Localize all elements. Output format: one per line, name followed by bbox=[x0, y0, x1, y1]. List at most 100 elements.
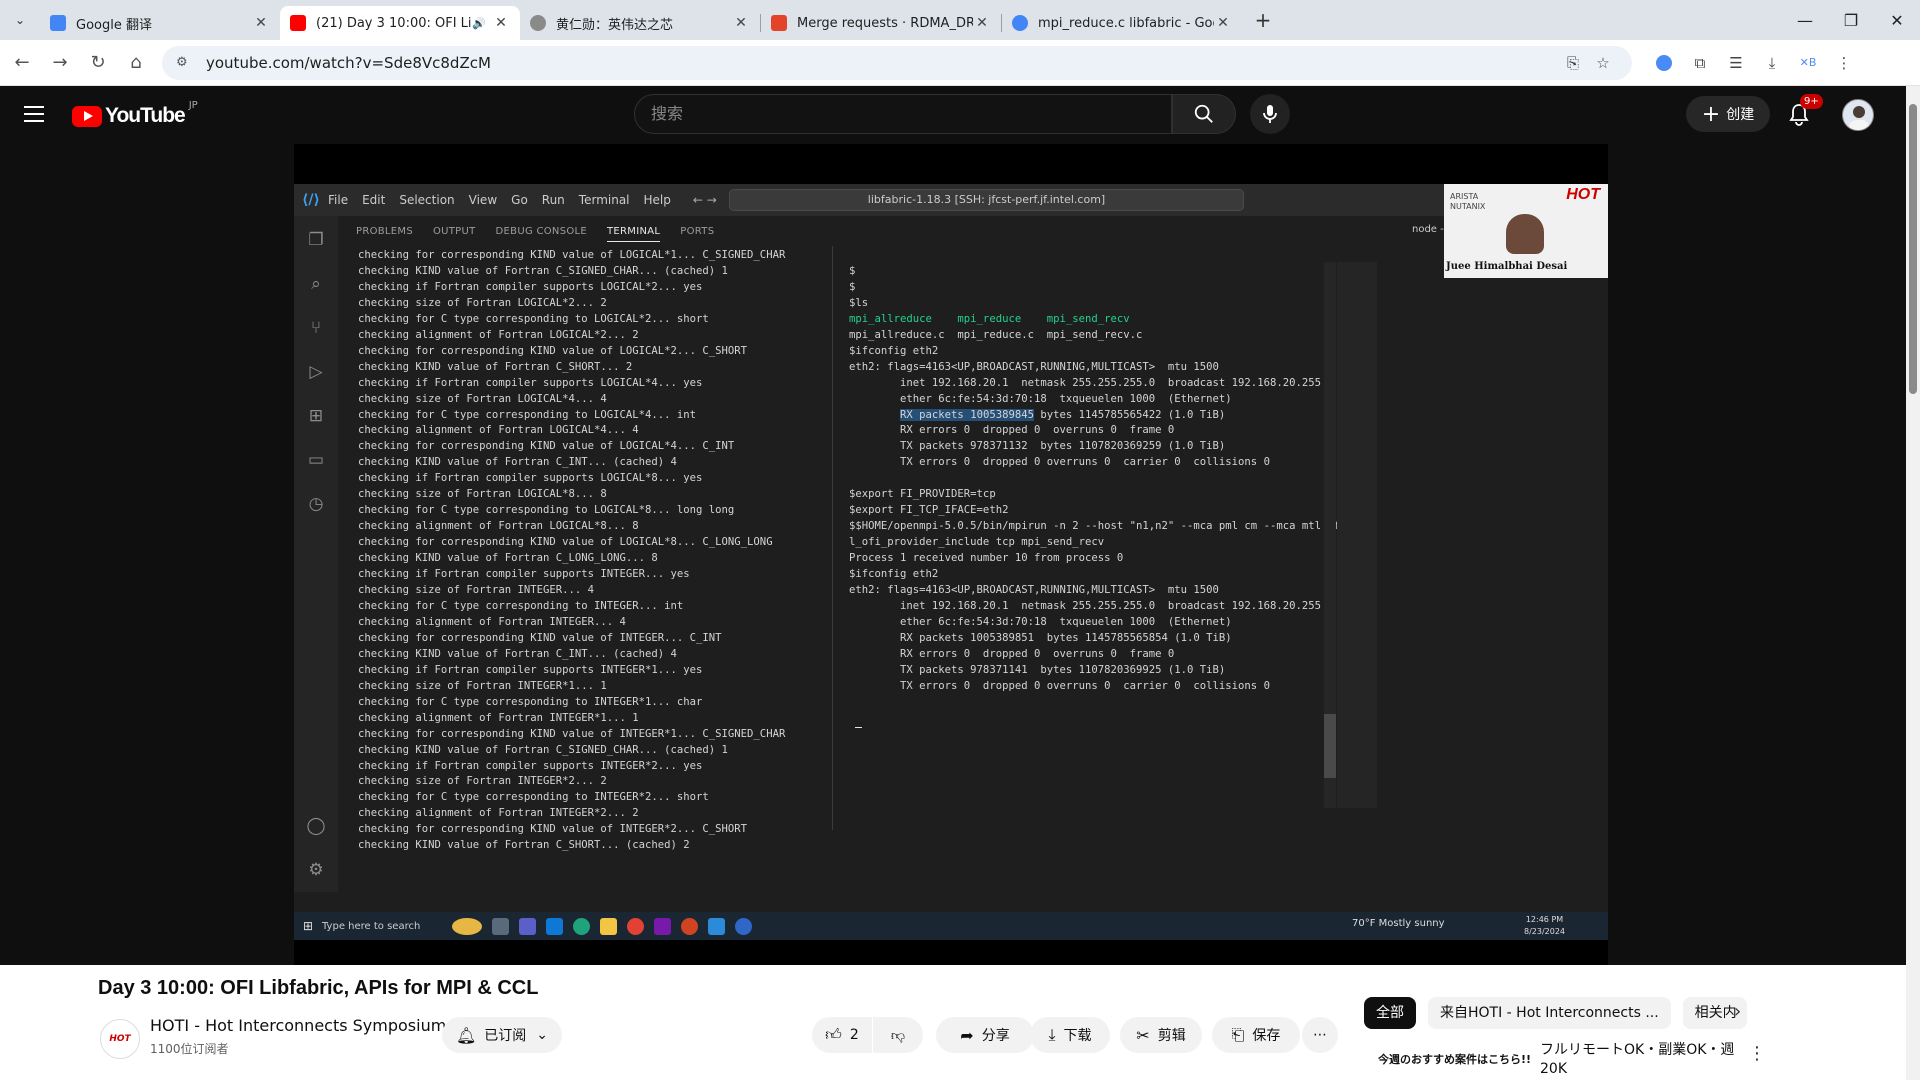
google-favicon-icon bbox=[1012, 15, 1028, 31]
more-actions-button[interactable]: ⋯ bbox=[1302, 1017, 1338, 1053]
windows-taskbar: ⊞ Type here to search 70°F Mostly sunny … bbox=[294, 912, 1608, 940]
tab-debug-console: DEBUG CONSOLE bbox=[495, 225, 588, 237]
extension-translate-icon[interactable] bbox=[1646, 47, 1682, 79]
download-button[interactable]: ⤓ 下载 bbox=[1030, 1017, 1110, 1053]
chevron-down-icon: ⌄ bbox=[536, 1027, 549, 1043]
taskbar-teams-icon bbox=[519, 917, 536, 935]
restore-icon[interactable]: ❐ bbox=[1828, 0, 1874, 40]
more-vertical-icon[interactable]: ⋮ bbox=[1748, 1043, 1766, 1064]
minimize-icon[interactable]: — bbox=[1782, 0, 1828, 40]
tab-ports: PORTS bbox=[680, 225, 715, 237]
terminal-line: checking size of Fortran LOGICAL*4... 4 bbox=[358, 392, 607, 405]
reload-icon[interactable]: ↻ bbox=[82, 47, 114, 79]
save-button[interactable]: ⎗ 保存 bbox=[1212, 1017, 1300, 1053]
search-button[interactable] bbox=[1172, 94, 1236, 134]
url-text[interactable]: youtube.com/watch?v=Sde8Vc8dZcM bbox=[206, 54, 1558, 72]
browser-tab-google-search[interactable]: mpi_reduce.c libfabric - Goog ✕ bbox=[1002, 6, 1242, 40]
globe-favicon-icon bbox=[530, 15, 546, 31]
menu-file: File bbox=[328, 193, 349, 207]
terminal-line: $export FI_PROVIDER=tcp bbox=[849, 488, 996, 501]
terminal-line: checking if Fortran compiler supports IN… bbox=[358, 759, 703, 772]
clip-button[interactable]: ✂ 剪辑 bbox=[1120, 1017, 1202, 1053]
address-bar[interactable]: ⚙ youtube.com/watch?v=Sde8Vc8dZcM ⎘ ☆ bbox=[162, 45, 1632, 80]
timeline-icon: ◷ bbox=[308, 494, 324, 514]
extension-xb-icon[interactable]: ✕B bbox=[1790, 47, 1826, 79]
taskbar-clock: 12:46 PM 8/23/2024 bbox=[1524, 914, 1565, 938]
subscribed-button[interactable]: 🔔︎ 已订阅 ⌄ bbox=[442, 1017, 562, 1053]
guide-menu-icon[interactable] bbox=[24, 106, 44, 122]
terminal-split-divider bbox=[832, 246, 833, 830]
dislike-button[interactable]: 👎︎ bbox=[873, 1017, 923, 1053]
terminal-line: checking if Fortran compiler supports LO… bbox=[358, 280, 703, 293]
browser-tab-youtube[interactable]: (21) Day 3 10:00: OFI Libf 🔊 ✕ bbox=[280, 6, 520, 40]
share-button[interactable]: ➦ 分享 bbox=[936, 1017, 1034, 1053]
page-scroll-thumb[interactable] bbox=[1909, 104, 1917, 394]
chip-all[interactable]: 全部 bbox=[1364, 997, 1416, 1029]
voice-search-button[interactable] bbox=[1250, 94, 1290, 134]
channel-avatar[interactable]: HOT bbox=[100, 1019, 140, 1059]
tab-close-icon[interactable]: ✕ bbox=[492, 15, 510, 31]
page-scrollbar[interactable] bbox=[1906, 86, 1920, 1080]
terminal-line: checking for corresponding KIND value of… bbox=[358, 536, 773, 549]
terminal-line: checking alignment of Fortran INTEGER*1.… bbox=[358, 711, 639, 724]
tab-close-icon[interactable]: ✕ bbox=[732, 15, 750, 31]
terminal-line: checking if Fortran compiler supports LO… bbox=[358, 472, 703, 485]
browser-tab-article[interactable]: 黄仁勋：英伟达之芯 ✕ bbox=[520, 6, 760, 40]
extensions-puzzle-icon[interactable]: ⧉ bbox=[1682, 47, 1718, 79]
tab-close-icon[interactable]: ✕ bbox=[252, 15, 270, 31]
terminal-line: $ bbox=[849, 726, 1339, 728]
chip-from-channel[interactable]: 来自HOTI - Hot Interconnects ... bbox=[1428, 997, 1671, 1029]
terminal-line: mpi_allreduce mpi_reduce mpi_send_recv bbox=[849, 312, 1130, 325]
video-player[interactable]: ⟨/⟩ File Edit Selection View Go Run Term… bbox=[294, 144, 1608, 965]
reading-list-icon[interactable]: ☰ bbox=[1718, 47, 1754, 79]
youtube-logo[interactable]: YouTube JP bbox=[72, 100, 198, 128]
install-app-icon[interactable]: ⎘ bbox=[1558, 54, 1588, 72]
new-tab-button[interactable]: + bbox=[1248, 8, 1278, 32]
terminal-line: RX packets 1005389851 bytes 114578556585… bbox=[849, 631, 1232, 644]
channel-name[interactable]: HOTI - Hot Interconnects Symposium bbox=[150, 1016, 446, 1035]
command-center: libfabric-1.18.3 [SSH: jfcst-perf.jf.int… bbox=[729, 189, 1244, 211]
menu-selection: Selection bbox=[399, 193, 455, 207]
chevron-right-icon[interactable]: › bbox=[1734, 1001, 1741, 1022]
tab-label: Google 翻译 bbox=[76, 17, 152, 33]
browser-tab-strip: ⌄ Google 翻译 ✕ (21) Day 3 10:00: OFI Libf… bbox=[0, 0, 1920, 40]
site-info-icon[interactable]: ⚙ bbox=[176, 55, 194, 70]
terminal-line: checking KIND value of Fortran C_SIGNED_… bbox=[358, 743, 728, 756]
save-label: 保存 bbox=[1252, 1028, 1281, 1044]
forward-icon[interactable]: → bbox=[44, 47, 76, 79]
terminal-line: checking alignment of Fortran LOGICAL*4.… bbox=[358, 424, 639, 437]
browser-tab-google-translate[interactable]: Google 翻译 ✕ bbox=[40, 6, 280, 40]
search-input[interactable]: 搜索 bbox=[634, 94, 1172, 134]
back-icon[interactable]: ← bbox=[6, 47, 38, 79]
terminal-line: checking for corresponding KIND value of… bbox=[358, 631, 722, 644]
bookmark-star-icon[interactable]: ☆ bbox=[1588, 54, 1618, 72]
tab-label: (21) Day 3 10:00: OFI Libf bbox=[316, 15, 473, 31]
browser-tab-gitlab[interactable]: Merge requests · RDMA_DRI ✕ bbox=[761, 6, 1001, 40]
taskbar-app2-icon bbox=[735, 917, 752, 935]
tab-close-icon[interactable]: ✕ bbox=[973, 15, 991, 31]
menu-view: View bbox=[468, 193, 498, 207]
tab-close-icon[interactable]: ✕ bbox=[1214, 15, 1232, 31]
tab-audio-icon[interactable]: 🔊 bbox=[472, 17, 486, 30]
ad-thumbnail-text[interactable]: 今週のおすすめ案件はこちら!! bbox=[1378, 1051, 1531, 1067]
terminal-line: checking size of Fortran LOGICAL*8... 8 bbox=[358, 488, 607, 501]
browser-menu-icon[interactable]: ⋮ bbox=[1826, 47, 1862, 79]
download-icon: ⤓ bbox=[1048, 1025, 1056, 1044]
terminal-line: checking KIND value of Fortran C_SIGNED_… bbox=[358, 264, 728, 277]
downloads-icon[interactable]: ⤓ bbox=[1754, 47, 1790, 79]
terminal-line: checking for C type corresponding to INT… bbox=[358, 791, 709, 804]
terminal-line: $$HOME/openmpi-5.0.5/bin/mpirun -n 2 --h… bbox=[849, 520, 1339, 533]
thumbs-up-icon: 👍︎ bbox=[825, 1025, 842, 1044]
ad-title[interactable]: フルリモートOK・副業OK・週20K bbox=[1540, 1041, 1750, 1079]
terminal-line: checking for C type corresponding to INT… bbox=[358, 695, 703, 708]
home-icon[interactable]: ⌂ bbox=[120, 47, 152, 79]
account-avatar[interactable] bbox=[1842, 99, 1874, 131]
tab-search-chevron-icon[interactable]: ⌄ bbox=[0, 0, 40, 40]
close-window-icon[interactable]: ✕ bbox=[1874, 0, 1920, 40]
like-button[interactable]: 👍︎ 2 bbox=[812, 1017, 872, 1053]
video-title: Day 3 10:00: OFI Libfabric, APIs for MPI… bbox=[98, 977, 539, 999]
tab-terminal: TERMINAL bbox=[607, 226, 661, 242]
terminal-line: checking for corresponding KIND value of… bbox=[358, 344, 748, 357]
create-button[interactable]: + 创建 bbox=[1686, 96, 1770, 132]
terminal-text: bytes 1145785565422 (1.0 TiB) bbox=[1033, 408, 1226, 421]
